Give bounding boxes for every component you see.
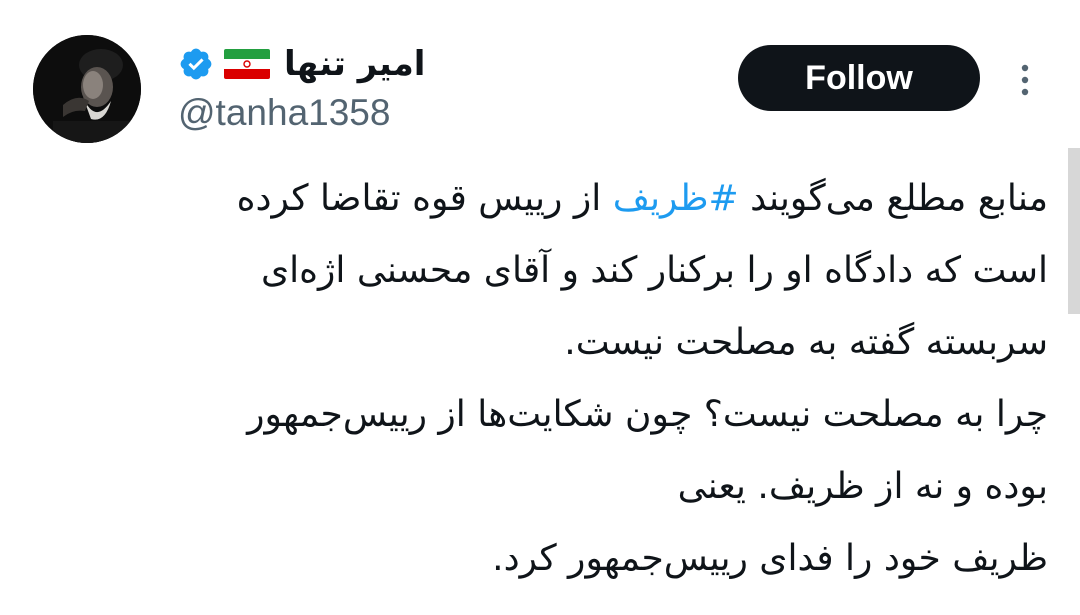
- tweet-line-1: منابع مطلع می‌گویند #ظریف از رییس قوه تق…: [70, 163, 1048, 235]
- iran-flag-icon: [224, 49, 270, 79]
- tweet-line-2: است که دادگاه او را برکنار کند و آقای مح…: [260, 250, 1048, 291]
- avatar[interactable]: [33, 35, 141, 143]
- hashtag-link[interactable]: #ظریف: [613, 178, 739, 219]
- tweet-line-5: بوده و نه از ظریف. یعنی: [677, 466, 1048, 507]
- tweet-text-segment: از رییس قوه تقاضا کرده: [236, 178, 613, 219]
- tweet-card: امیر تنها @tanha1358 Follow منابع مطلع م…: [0, 0, 1080, 615]
- author-name-row: امیر تنها: [178, 38, 425, 90]
- tweet-line-4: چرا به مصلحت نیست؟ چون شکایت‌ها از رییس‌…: [247, 394, 1048, 435]
- more-options-button[interactable]: [1008, 60, 1042, 100]
- tweet-line-3: سربسته گفته به مصلحت نیست.: [564, 322, 1048, 363]
- tweet-text: منابع مطلع می‌گویند #ظریف از رییس قوه تق…: [70, 163, 1048, 595]
- author-handle[interactable]: @tanha1358: [178, 90, 390, 136]
- avatar-photo-icon: [33, 35, 141, 143]
- verified-badge-icon: [180, 48, 212, 80]
- vertical-ellipsis-icon: [1021, 64, 1029, 96]
- tweet-line-6: ظریف خود را فدای رییس‌جمهور کرد.: [492, 538, 1048, 579]
- tweet-text-segment: منابع مطلع می‌گویند: [738, 178, 1048, 219]
- author-display-name[interactable]: امیر تنها: [284, 38, 425, 90]
- follow-button[interactable]: Follow: [738, 45, 980, 111]
- scrollbar[interactable]: [1068, 148, 1080, 314]
